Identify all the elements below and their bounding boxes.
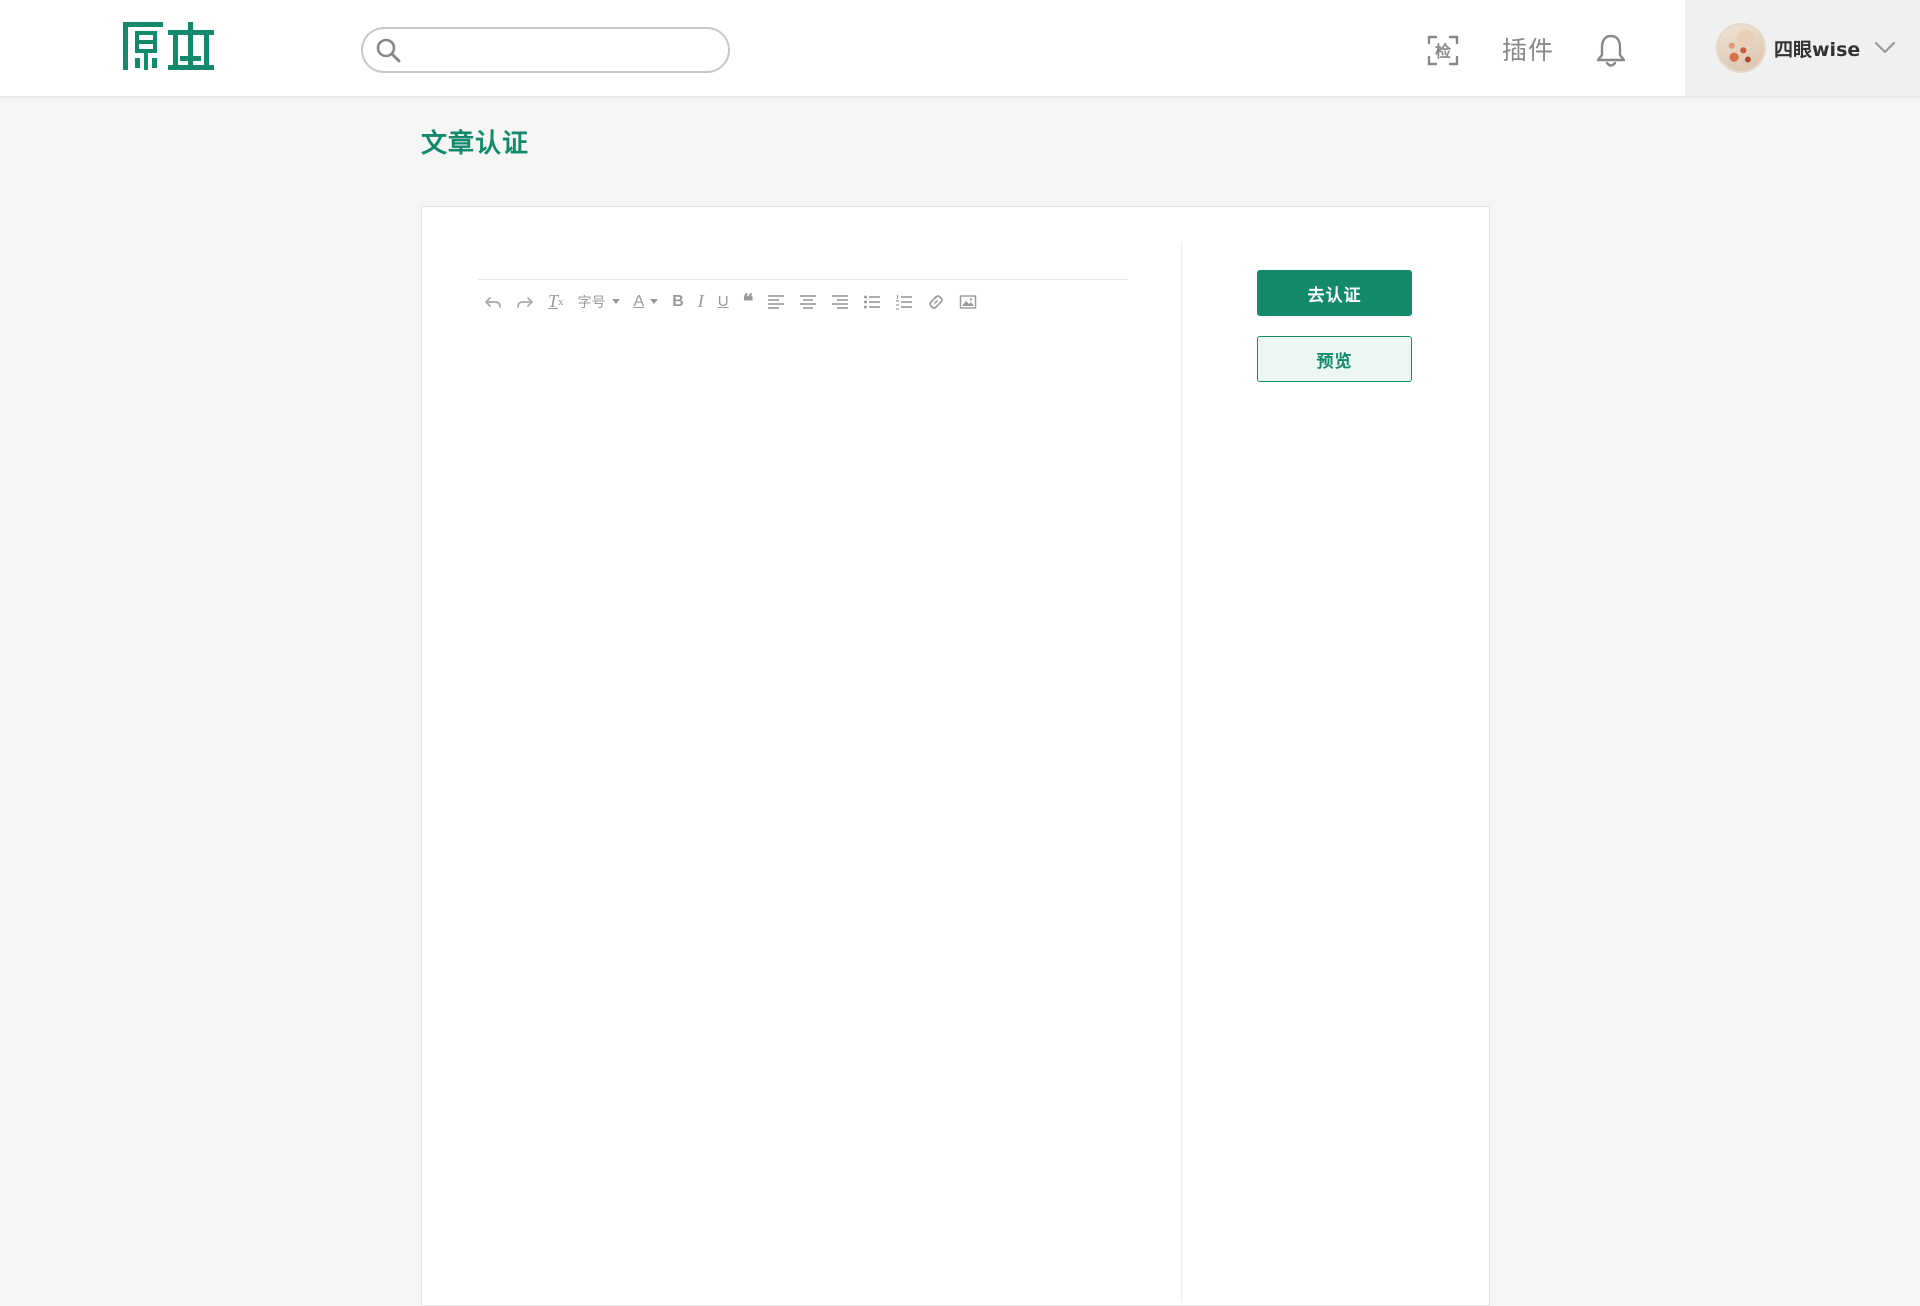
plagiarism-check-button[interactable]: 检 xyxy=(1426,33,1460,67)
undo-button[interactable] xyxy=(484,287,502,317)
editor-toolbar: Tx 字号 A B I U ❝ xyxy=(478,279,1128,323)
numbered-list-icon xyxy=(896,294,913,310)
blockquote-button[interactable]: ❝ xyxy=(743,287,754,317)
italic-button[interactable]: I xyxy=(698,287,704,317)
insert-link-button[interactable] xyxy=(927,287,945,317)
chevron-down-icon[interactable] xyxy=(1874,41,1896,55)
quote-icon: ❝ xyxy=(742,291,754,313)
bold-icon: B xyxy=(672,292,684,310)
redo-icon xyxy=(517,296,533,308)
insert-image-button[interactable] xyxy=(959,287,977,317)
bell-icon xyxy=(1596,34,1626,67)
username: 四眼wise xyxy=(1774,38,1861,61)
rich-text-editor: Tx 字号 A B I U ❝ xyxy=(478,279,1128,1279)
italic-icon: I xyxy=(697,291,704,311)
vertical-divider xyxy=(1181,242,1182,1302)
nav-plugin-link[interactable]: 插件 xyxy=(1502,34,1554,68)
avatar[interactable] xyxy=(1716,23,1766,73)
certify-button[interactable]: 去认证 xyxy=(1257,270,1412,316)
top-navigation-bar: 原本 检 插件 四眼wise xyxy=(0,0,1920,97)
align-center-icon xyxy=(800,294,817,309)
align-left-icon xyxy=(768,294,785,309)
clear-format-button[interactable]: Tx xyxy=(548,287,564,317)
clear-format-icon: T xyxy=(548,291,559,311)
logo-lettering xyxy=(123,22,214,70)
underline-button[interactable]: U xyxy=(718,287,729,317)
site-logo[interactable]: 原本 xyxy=(121,18,216,74)
font-color-icon: A xyxy=(633,292,645,310)
caret-down-icon xyxy=(611,299,620,304)
link-icon xyxy=(929,294,944,309)
preview-button[interactable]: 预览 xyxy=(1257,336,1412,382)
bullet-list-button[interactable] xyxy=(863,287,881,317)
numbered-list-button[interactable] xyxy=(895,287,913,317)
align-center-button[interactable] xyxy=(799,287,817,317)
underline-icon: U xyxy=(717,293,729,310)
search-icon[interactable] xyxy=(375,37,401,63)
font-size-label: 字号 xyxy=(577,293,606,310)
image-icon xyxy=(960,294,977,309)
undo-icon xyxy=(485,296,501,308)
bullet-list-icon xyxy=(864,295,881,308)
font-size-dropdown[interactable]: 字号 xyxy=(578,287,620,317)
editor-content-area[interactable] xyxy=(478,323,1128,1263)
search-box[interactable] xyxy=(361,27,730,73)
caret-down-icon xyxy=(650,299,659,304)
article-certification-card: Tx 字号 A B I U ❝ 去认证 预览 xyxy=(421,206,1490,1306)
bold-button[interactable]: B xyxy=(672,287,684,317)
align-left-button[interactable] xyxy=(767,287,785,317)
notifications-button[interactable] xyxy=(1595,33,1627,69)
page-title: 文章认证 xyxy=(421,129,530,159)
scan-label: 检 xyxy=(1434,42,1451,61)
search-input[interactable] xyxy=(409,30,709,70)
align-right-button[interactable] xyxy=(831,287,849,317)
align-right-icon xyxy=(832,294,849,309)
redo-button[interactable] xyxy=(516,287,534,317)
user-menu[interactable]: 四眼wise xyxy=(1685,0,1920,96)
font-color-dropdown[interactable]: A xyxy=(634,287,659,317)
